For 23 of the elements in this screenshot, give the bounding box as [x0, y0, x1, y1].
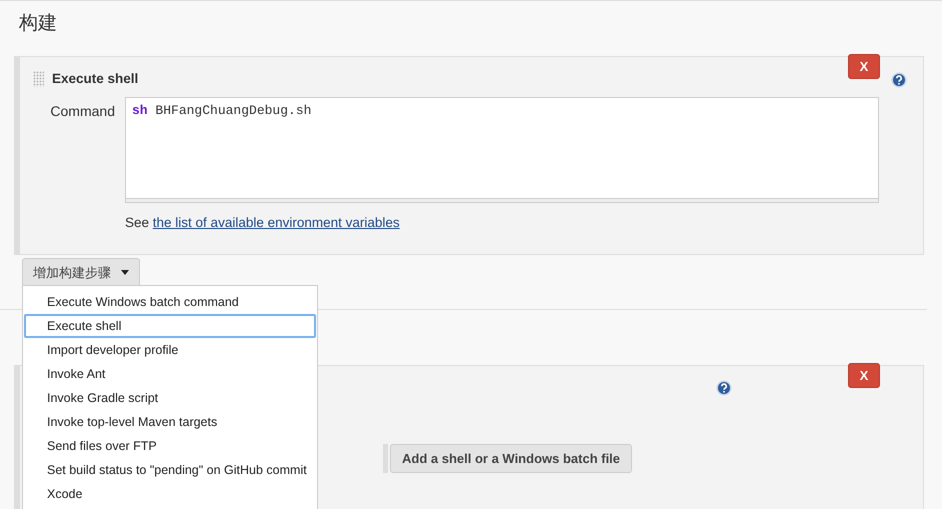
delete-button[interactable]: X — [848, 54, 880, 79]
delete-button[interactable]: X — [848, 363, 880, 388]
step-title: Execute shell — [52, 71, 138, 86]
menu-item[interactable]: Execute Windows batch command — [24, 290, 316, 314]
field-label: Command — [49, 102, 115, 119]
hint-text: See the list of available environment variables — [125, 215, 401, 232]
menu-item[interactable]: Import developer profile — [24, 338, 316, 362]
menu-item[interactable]: Invoke Ant — [24, 362, 316, 386]
menu-item[interactable]: Execute shell — [24, 314, 316, 338]
help-icon[interactable] — [716, 380, 732, 396]
env-variables-link[interactable]: the list of available environment variables — [152, 215, 400, 230]
add-build-step-button[interactable]: 增加构建步骤 — [22, 258, 140, 287]
menu-item[interactable]: Invoke Gradle script — [24, 386, 316, 410]
menu-item[interactable]: Set build status to "pending" on GitHub commit — [24, 458, 316, 482]
menu-item[interactable]: Send files over FTP — [24, 434, 316, 458]
command-field[interactable]: sh BHFangChuangDebug.sh — [125, 97, 879, 203]
add-shell-button[interactable]: Add a shell or a Windows batch file — [390, 444, 632, 473]
caret-icon — [121, 270, 129, 275]
section-title: 构建 — [18, 12, 57, 36]
menu-item[interactable]: Xcode — [24, 482, 316, 506]
drag-handle-icon[interactable] — [33, 71, 44, 87]
help-icon[interactable] — [891, 72, 907, 88]
menu-item[interactable]: Invoke top-level Maven targets — [24, 410, 316, 434]
